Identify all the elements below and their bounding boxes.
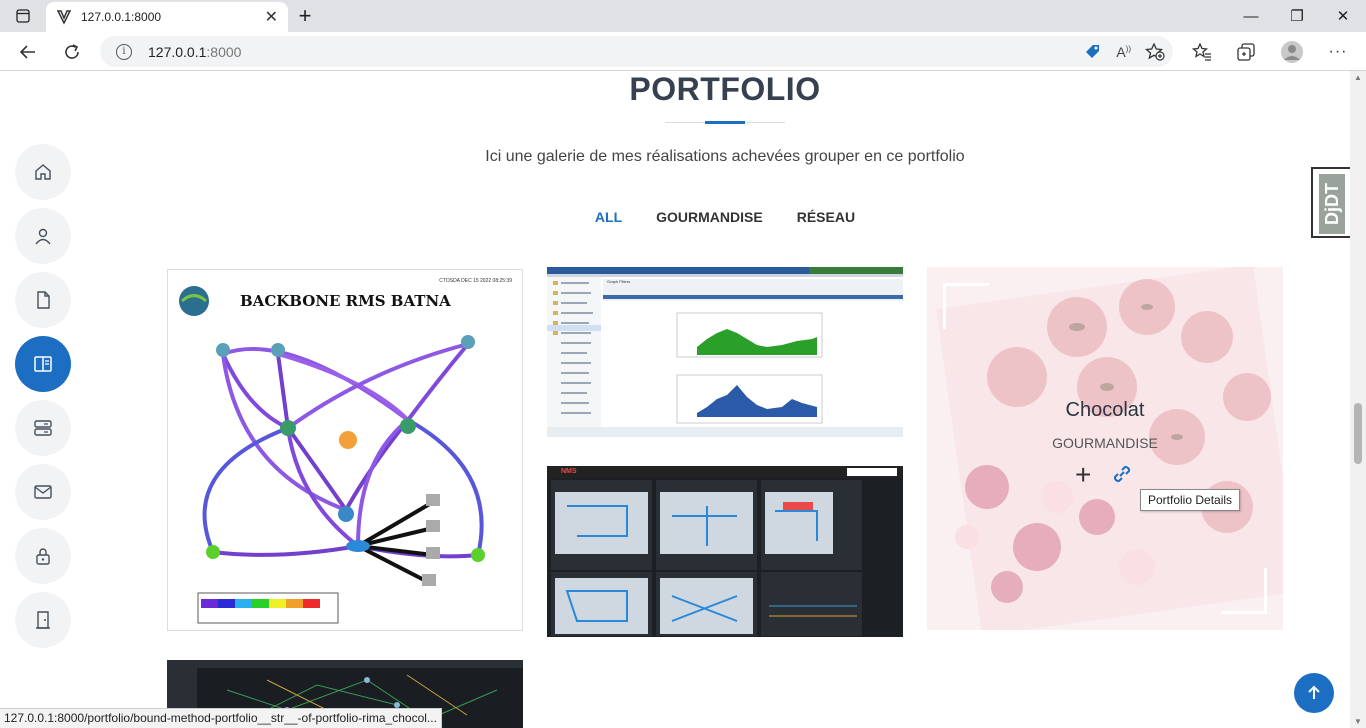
tab-actions-icon[interactable] xyxy=(0,0,46,32)
title-divider-accent xyxy=(705,121,745,124)
add-favorite-icon[interactable] xyxy=(1145,42,1165,61)
home-icon xyxy=(35,164,51,180)
details-link-icon[interactable] xyxy=(1111,463,1133,490)
door-icon xyxy=(36,611,50,629)
portfolio-item-backbone[interactable]: BACKBONE RMS BATNA CTOSDA DEC 15 2022 08… xyxy=(167,269,523,631)
browser-tab[interactable]: 127.0.0.1:8000 ✕ xyxy=(46,2,288,32)
portfolio-item-graphs[interactable]: Graph Filters xyxy=(547,267,903,437)
profile-avatar[interactable] xyxy=(1276,36,1308,68)
nav-home[interactable] xyxy=(15,144,71,200)
favorites-icon[interactable] xyxy=(1186,36,1218,68)
arrow-up-icon xyxy=(1308,685,1320,699)
back-to-top-button[interactable] xyxy=(1294,673,1334,713)
scrollbar-thumb[interactable] xyxy=(1354,403,1362,464)
minimize-icon[interactable]: — xyxy=(1228,0,1274,32)
more-options-icon[interactable]: ··· xyxy=(1322,36,1354,68)
lightbox-plus-icon[interactable]: + xyxy=(1075,459,1091,491)
address-bar[interactable]: i 127.0.0.1:8000 A)) xyxy=(100,36,1173,67)
browser-toolbar: i 127.0.0.1:8000 A)) ··· xyxy=(0,32,1366,71)
read-aloud-icon[interactable]: A)) xyxy=(1116,44,1131,60)
side-navigation xyxy=(15,144,71,656)
envelope-icon xyxy=(34,485,52,499)
scroll-down-arrow-icon[interactable]: ▼ xyxy=(1354,717,1362,726)
portfolio-item-nms[interactable]: NMS xyxy=(547,466,903,637)
details-tooltip: Portfolio Details xyxy=(1140,489,1241,511)
site-info-icon[interactable]: i xyxy=(116,43,132,60)
filter-reseau[interactable]: RÉSEAU xyxy=(797,209,855,225)
new-tab-icon[interactable]: + xyxy=(282,0,328,32)
filter-all[interactable]: ALL xyxy=(595,209,622,225)
nms-dashboard-image xyxy=(547,466,903,636)
restore-icon[interactable]: ❐ xyxy=(1274,0,1320,32)
nav-contact[interactable] xyxy=(15,464,71,520)
diagram-title: BACKBONE RMS BATNA xyxy=(240,292,451,310)
lock-icon xyxy=(36,548,50,565)
debug-toolbar-handle[interactable]: DjDT xyxy=(1311,167,1350,238)
portfolio-item-chocolat[interactable]: Chocolat GOURMANDISE + xyxy=(927,267,1283,630)
monitoring-graph-image xyxy=(547,267,903,437)
url-port: :8000 xyxy=(206,43,242,60)
page-scrollbar[interactable]: ▲ ▼ xyxy=(1350,71,1366,728)
tab-close-icon[interactable]: ✕ xyxy=(265,7,278,27)
price-tag-icon[interactable] xyxy=(1084,43,1102,61)
section-title: PORTFOLIO xyxy=(629,71,821,107)
network-diagram-image xyxy=(179,286,485,624)
server-icon xyxy=(34,420,52,436)
window-close-icon[interactable]: ✕ xyxy=(1320,0,1366,32)
link-status-bar: 127.0.0.1:8000/portfolio/bound-method-po… xyxy=(0,708,442,728)
nav-login[interactable] xyxy=(15,528,71,584)
tab-title: 127.0.0.1:8000 xyxy=(81,10,162,24)
graph-filter-label: Graph Filters xyxy=(607,279,631,284)
back-icon[interactable] xyxy=(12,36,44,68)
collections-icon[interactable] xyxy=(1230,36,1262,68)
filter-gourmandise[interactable]: GOURMANDISE xyxy=(656,209,763,225)
item-category: GOURMANDISE xyxy=(1052,435,1158,451)
file-icon xyxy=(37,291,50,309)
page-content: PORTFOLIO Ici une galerie de mes réalisa… xyxy=(0,71,1350,728)
django-favicon-icon xyxy=(56,10,72,25)
diagram-date: CTOSDA DEC 15 2022 08:25:39 xyxy=(439,278,512,284)
portfolio-filters: ALL GOURMANDISE RÉSEAU xyxy=(0,209,1350,225)
debug-toolbar-label: DjDT xyxy=(1319,174,1345,234)
book-icon xyxy=(34,356,52,372)
reload-icon[interactable] xyxy=(56,36,88,68)
person-icon xyxy=(35,228,51,245)
scroll-up-arrow-icon[interactable]: ▲ xyxy=(1354,73,1362,82)
nms-logo-label: NMS xyxy=(561,468,577,475)
nav-about[interactable] xyxy=(15,208,71,264)
nav-resume[interactable] xyxy=(15,272,71,328)
overlay-corner-top-left xyxy=(943,283,989,329)
item-title: Chocolat xyxy=(1065,399,1145,421)
overlay-corner-bottom-right xyxy=(1221,568,1267,614)
url-host: 127.0.0.1 xyxy=(148,43,207,60)
nav-portfolio[interactable] xyxy=(15,336,71,392)
browser-titlebar: 127.0.0.1:8000 ✕ + — ❐ ✕ xyxy=(0,0,1366,32)
section-subtitle: Ici une galerie de mes réalisations ache… xyxy=(485,148,965,165)
nav-logout[interactable] xyxy=(15,592,71,648)
nav-services[interactable] xyxy=(15,400,71,456)
